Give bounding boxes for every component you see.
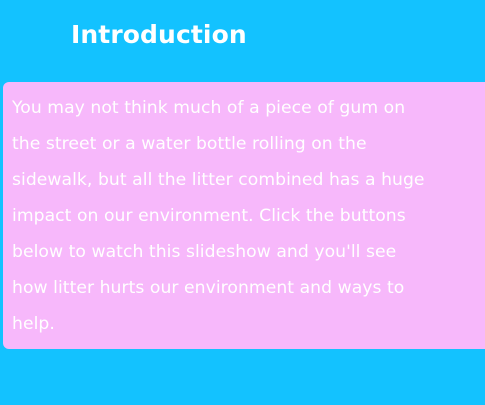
intro-line: impact on our environment. Click the but… — [12, 206, 406, 226]
intro-line: how litter hurts our environment and way… — [12, 278, 405, 298]
intro-text-panel: You may not think much of a piece of gum… — [3, 82, 485, 349]
intro-paragraph: You may not think much of a piece of gum… — [12, 90, 481, 342]
intro-line: the street or a water bottle rolling on … — [12, 134, 367, 154]
slide-canvas: Introduction You may not think much of a… — [0, 0, 485, 405]
intro-line: You may not think much of a piece of gum… — [12, 98, 406, 118]
intro-line: below to watch this slideshow and you'll… — [12, 242, 397, 262]
intro-line: sidewalk, but all the litter combined ha… — [12, 170, 425, 190]
slide-title: Introduction — [71, 20, 247, 49]
intro-line: help. — [12, 314, 55, 334]
